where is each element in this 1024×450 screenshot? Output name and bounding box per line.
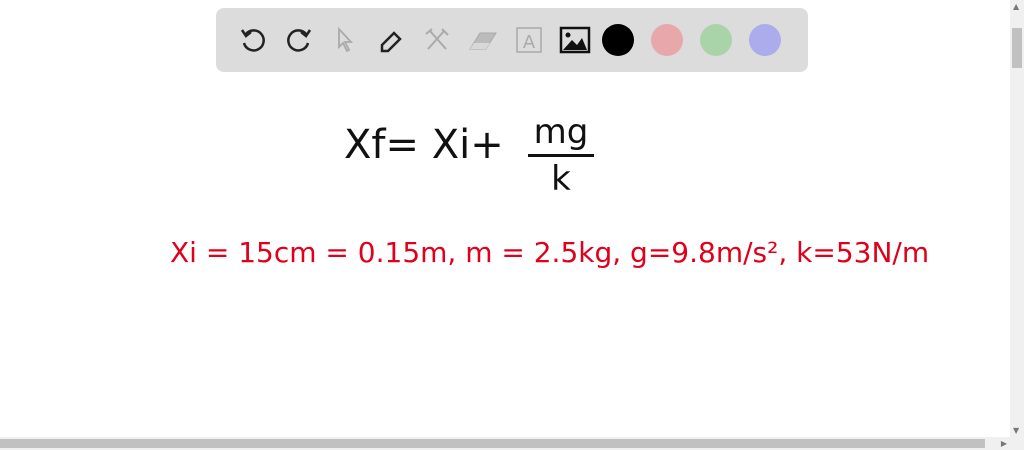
tools-button[interactable] <box>414 20 460 60</box>
equation-lhs: Xf= Xi+ <box>344 122 504 168</box>
scroll-down-icon[interactable]: ▼ <box>1013 426 1019 435</box>
fraction-numerator: mg <box>533 112 589 152</box>
undo-button[interactable] <box>230 20 276 60</box>
scrollbar-corner <box>1010 437 1024 450</box>
redo-icon <box>287 29 312 52</box>
eraser-icon <box>469 32 497 50</box>
pen-button[interactable] <box>368 20 414 60</box>
color-red-swatch[interactable] <box>651 24 683 56</box>
horizontal-scrollbar[interactable]: ▶ <box>0 437 1010 450</box>
eraser-button[interactable] <box>460 20 506 60</box>
vertical-scroll-thumb[interactable] <box>1012 28 1022 68</box>
image-button[interactable] <box>552 20 598 60</box>
color-black-swatch[interactable] <box>602 24 634 56</box>
scroll-up-icon[interactable]: ▲ <box>1013 2 1019 11</box>
pencil-icon <box>380 31 402 53</box>
svg-text:A: A <box>523 32 536 53</box>
cursor-icon <box>338 26 354 53</box>
text-box-icon: A <box>516 27 542 53</box>
given-values: Xi = 15cm = 0.15m, m = 2.5kg, g=9.8m/s²,… <box>170 236 930 269</box>
scroll-right-icon[interactable]: ▶ <box>1001 439 1007 448</box>
image-icon <box>559 26 591 54</box>
undo-icon <box>240 29 265 52</box>
color-green-swatch[interactable] <box>700 24 732 56</box>
fraction: mg k <box>528 112 594 199</box>
fraction-denominator: k <box>551 159 571 199</box>
hammer-wrench-icon <box>425 28 449 50</box>
text-button[interactable]: A <box>506 20 552 60</box>
select-button[interactable] <box>322 20 368 60</box>
redo-button[interactable] <box>276 20 322 60</box>
vertical-scrollbar[interactable]: ▲ ▼ <box>1010 0 1024 437</box>
horizontal-scroll-thumb[interactable] <box>0 439 985 448</box>
drawing-toolbar: A <box>216 8 808 72</box>
color-blue-swatch[interactable] <box>749 24 781 56</box>
fraction-bar <box>528 154 594 157</box>
